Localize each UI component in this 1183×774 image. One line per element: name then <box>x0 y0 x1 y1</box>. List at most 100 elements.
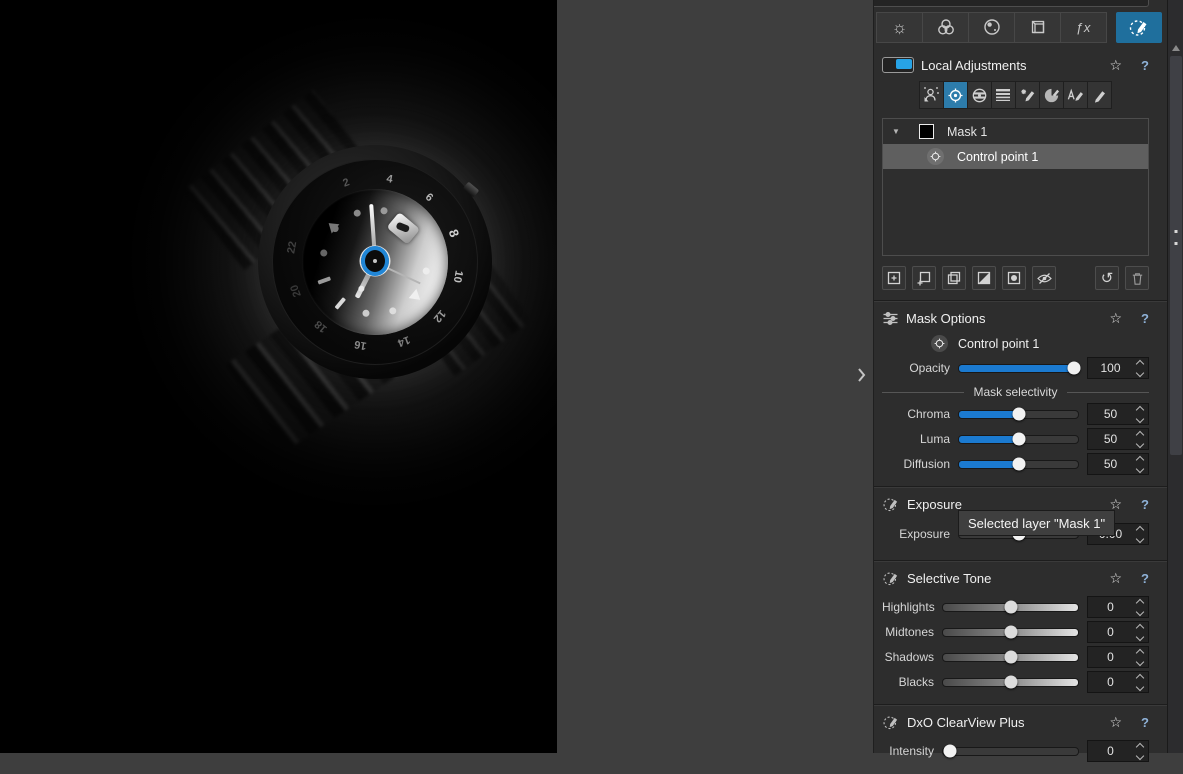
slider-label: Highlights <box>882 600 934 614</box>
value-stepper[interactable] <box>1133 675 1148 690</box>
slider-label: Midtones <box>882 625 934 639</box>
slider-thumb[interactable] <box>1012 458 1025 471</box>
tool-auto-mask-brush-button[interactable] <box>1015 81 1040 109</box>
new-mask-button[interactable] <box>882 266 906 290</box>
mask-item-label: Control point 1 <box>957 150 1038 164</box>
slider-thumb[interactable] <box>1004 601 1017 614</box>
tool-control-line-button[interactable] <box>967 81 992 109</box>
scrollbar-thumb[interactable] <box>1170 56 1182 455</box>
diffusion-value[interactable]: 50 <box>1087 453 1149 475</box>
help-icon[interactable]: ? <box>1141 311 1149 326</box>
midtones-value[interactable]: 0 <box>1087 621 1149 643</box>
blacks-slider[interactable] <box>942 678 1079 687</box>
slider-thumb[interactable] <box>943 745 956 758</box>
tab-light[interactable]: ☼ <box>876 12 923 43</box>
scroll-up-arrow-icon[interactable] <box>1172 45 1180 51</box>
section-title: Local Adjustments <box>921 58 1102 73</box>
highlights-slider[interactable] <box>942 603 1079 612</box>
mask-row-control-point-1[interactable]: Control point 1 <box>883 144 1148 169</box>
tool-text-brush-button[interactable] <box>1063 81 1088 109</box>
slider-thumb[interactable] <box>1012 433 1025 446</box>
tab-color[interactable] <box>922 12 969 43</box>
diffusion-slider[interactable] <box>958 460 1079 469</box>
tool-graduated-filter-button[interactable] <box>991 81 1016 109</box>
value-stepper[interactable] <box>1133 407 1148 422</box>
slider-thumb[interactable] <box>1068 362 1081 375</box>
mask-row-mask1[interactable]: ▼ Mask 1 <box>883 119 1148 144</box>
tab-effects[interactable]: ƒx <box>1060 12 1107 43</box>
help-icon[interactable]: ? <box>1141 571 1149 586</box>
help-icon[interactable]: ? <box>1141 715 1149 730</box>
shadows-slider[interactable] <box>942 653 1079 662</box>
delete-mask-button[interactable] <box>1125 266 1149 290</box>
tool-control-point-button[interactable] <box>943 81 968 109</box>
expander-icon[interactable]: ▼ <box>892 127 904 136</box>
control-line-icon <box>970 86 989 105</box>
luma-value[interactable]: 50 <box>1087 428 1149 450</box>
tab-geometry[interactable] <box>1014 12 1061 43</box>
favorite-star-icon[interactable]: ☆ <box>1109 570 1122 587</box>
tool-auto-mask-button[interactable] <box>919 81 944 109</box>
value-stepper[interactable] <box>1133 650 1148 665</box>
slider-label: Blacks <box>882 675 934 689</box>
favorite-star-icon[interactable]: ☆ <box>1109 714 1122 731</box>
favorite-star-icon[interactable]: ☆ <box>1109 310 1122 327</box>
control-point-ring <box>361 246 389 276</box>
local-adjustments-toggle[interactable] <box>882 57 914 73</box>
tab-local-adjustments[interactable] <box>1116 12 1162 43</box>
value-stepper[interactable] <box>1133 625 1148 640</box>
chroma-value[interactable]: 50 <box>1087 403 1149 425</box>
eraser-brush-icon <box>1042 86 1061 105</box>
intensity-slider[interactable] <box>942 747 1079 756</box>
mask-selectivity-divider: Mask selectivity <box>882 383 1149 401</box>
luma-slider[interactable] <box>958 435 1079 444</box>
panel-collapse-handle[interactable] <box>853 362 869 388</box>
local-adjustments-icon <box>1128 16 1150 38</box>
hide-masks-button[interactable] <box>1032 266 1056 290</box>
slider-thumb[interactable] <box>1004 651 1017 664</box>
favorite-star-icon[interactable]: ☆ <box>1109 57 1122 74</box>
control-point-widget[interactable] <box>361 247 389 275</box>
help-icon[interactable]: ? <box>1141 58 1149 73</box>
palette-tabbar: ☼ <box>874 7 1167 45</box>
opacity-value[interactable]: 100 <box>1087 357 1149 379</box>
slider-thumb[interactable] <box>1012 408 1025 421</box>
help-icon[interactable]: ? <box>1141 497 1149 512</box>
value-stepper[interactable] <box>1133 600 1148 615</box>
auto-mask-icon <box>922 86 940 104</box>
duplicate-mask-button[interactable] <box>942 266 966 290</box>
opacity-slider[interactable] <box>958 364 1079 373</box>
mask-thumbnail[interactable] <box>919 124 934 139</box>
section-title: DxO ClearView Plus <box>907 715 1102 730</box>
add-to-mask-button[interactable] <box>912 266 936 290</box>
intensity-value[interactable]: 0 <box>1087 740 1149 762</box>
value-stepper[interactable] <box>1133 744 1148 759</box>
value-stepper[interactable] <box>1133 527 1148 542</box>
slider-thumb[interactable] <box>1004 626 1017 639</box>
value-stepper[interactable] <box>1133 432 1148 447</box>
chroma-slider[interactable] <box>958 410 1079 419</box>
histogram-bottom-edge <box>874 0 1149 7</box>
mask-display-button[interactable] <box>1002 266 1026 290</box>
section-selective-tone: Selective Tone ☆ ? Highlights 0 Midtones… <box>874 560 1167 704</box>
section-local-adjustments: Local Adjustments ☆ ? <box>874 48 1167 300</box>
brush-icon <box>1090 86 1109 105</box>
shadows-value[interactable]: 0 <box>1087 646 1149 668</box>
slider-label: Shadows <box>882 650 934 664</box>
value-stepper[interactable] <box>1133 457 1148 472</box>
section-mask-options: Mask Options ☆ ? Control point 1 Opacity <box>874 300 1167 486</box>
highlights-value[interactable]: 0 <box>1087 596 1149 618</box>
invert-mask-button[interactable] <box>972 266 996 290</box>
midtones-slider[interactable] <box>942 628 1079 637</box>
blacks-value[interactable]: 0 <box>1087 671 1149 693</box>
eye-slash-icon <box>1036 270 1053 287</box>
shadows-row: Shadows 0 <box>882 645 1149 669</box>
tab-detail[interactable] <box>968 12 1015 43</box>
slider-thumb[interactable] <box>1004 676 1017 689</box>
reset-mask-button[interactable]: ↺ <box>1095 266 1119 290</box>
panel-scrollbar[interactable] <box>1167 0 1183 753</box>
image-canvas[interactable]: 2 4 6 8 10 12 14 16 18 20 22 <box>0 0 557 753</box>
tool-brush-button[interactable] <box>1087 81 1112 109</box>
tool-eraser-button[interactable] <box>1039 81 1064 109</box>
value-stepper[interactable] <box>1133 361 1148 376</box>
